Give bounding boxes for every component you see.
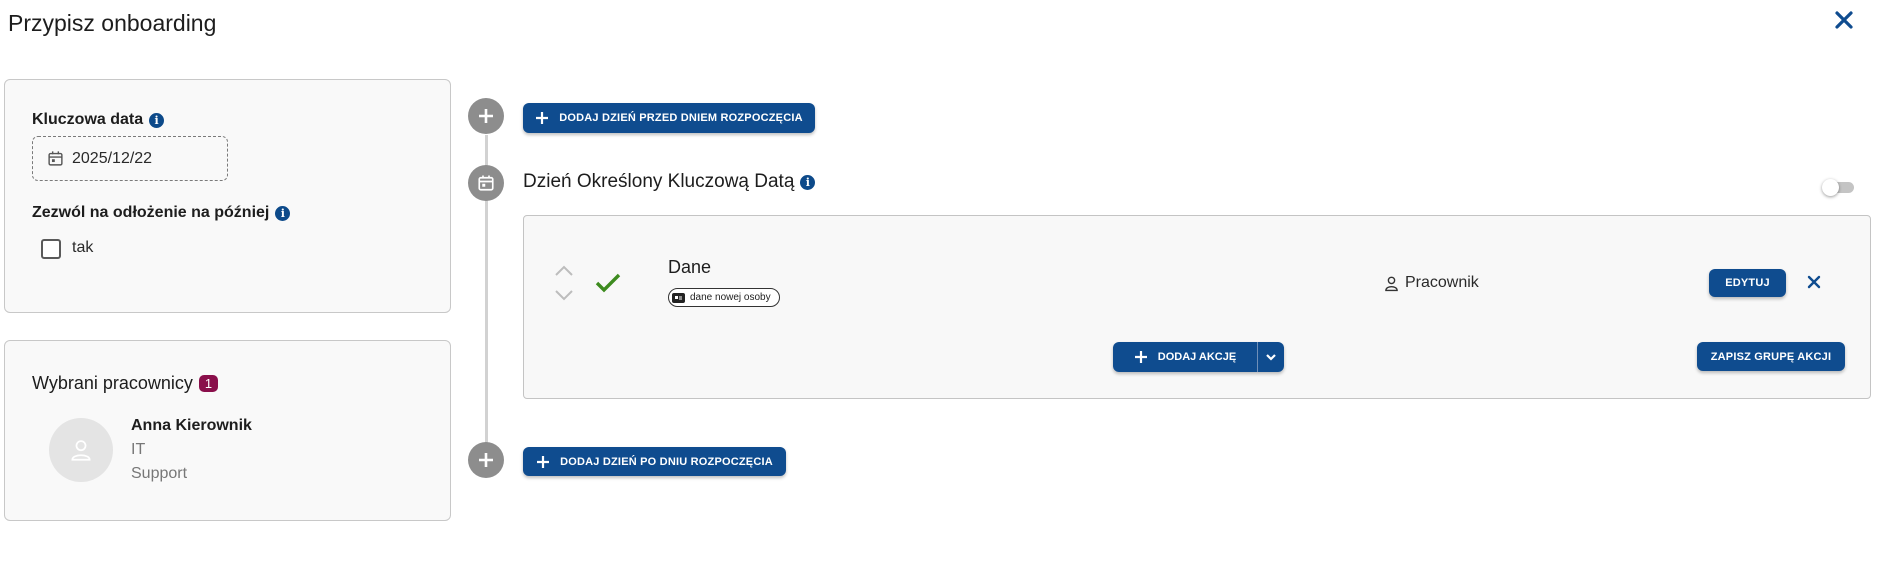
action-group-card: Dane dane nowej osoby Pracownik EDYTUJ D… <box>523 215 1871 399</box>
edit-button[interactable]: EDYTUJ <box>1709 269 1786 297</box>
add-day-after-button[interactable]: DODAJ DZIEŃ PO DNIU ROZPOCZĘCIA <box>523 447 786 476</box>
day-title-row: Dzień Określony Kluczową Datą i <box>523 171 816 193</box>
employee-department: IT <box>131 441 146 458</box>
selected-employees-panel: Wybrani pracownicy 1 Anna Kierownik IT S… <box>4 340 451 521</box>
employee-name: Anna Kierownik <box>131 417 252 434</box>
plus-icon <box>479 453 493 467</box>
postpone-label-row: Zezwól na odłożenie na później i <box>32 204 291 222</box>
action-owner-label: Pracownik <box>1405 274 1479 291</box>
add-day-before-button[interactable]: DODAJ DZIEŃ PRZED DNIEM ROZPOCZĘCIA <box>523 103 815 133</box>
settings-panel: Kluczowa data i 2025/12/22 Zezwól na odł… <box>4 79 451 313</box>
page-title: Przypisz onboarding <box>8 10 217 36</box>
check-icon <box>595 273 621 293</box>
plus-icon <box>536 112 549 124</box>
key-day-circle <box>468 165 504 201</box>
postpone-label: Zezwól na odłożenie na później <box>32 204 270 221</box>
calendar-icon <box>48 151 63 166</box>
avatar <box>49 418 113 482</box>
chevron-down-icon[interactable] <box>554 288 574 302</box>
add-action-label: DODAJ AKCJĘ <box>1157 351 1237 363</box>
person-icon <box>1385 276 1398 291</box>
key-date-input[interactable]: 2025/12/22 <box>32 136 228 181</box>
action-name: Dane <box>668 257 712 277</box>
info-icon[interactable]: i <box>149 112 165 128</box>
selected-employees-title: Wybrani pracownicy <box>32 373 193 393</box>
id-card-icon <box>672 292 685 303</box>
remove-action-icon[interactable] <box>1806 274 1822 290</box>
day-toggle[interactable] <box>1822 179 1854 196</box>
add-action-split-button: DODAJ AKCJĘ <box>1113 342 1284 372</box>
info-icon[interactable]: i <box>275 205 291 221</box>
chevron-up-icon[interactable] <box>554 264 574 278</box>
key-date-label-row: Kluczowa data i <box>32 111 165 129</box>
plus-icon <box>537 455 550 468</box>
action-tag-label: dane nowej osoby <box>690 292 771 303</box>
close-icon[interactable] <box>1832 8 1856 32</box>
postpone-checkbox[interactable] <box>41 239 61 259</box>
chevron-down-icon <box>1266 353 1276 361</box>
add-action-dropdown[interactable] <box>1257 342 1284 372</box>
employee-count-badge: 1 <box>198 375 219 392</box>
add-day-after-circle[interactable] <box>468 442 504 478</box>
employee-team: Support <box>131 465 188 482</box>
day-title: Dzień Określony Kluczową Datą <box>523 171 795 192</box>
add-day-before-label: DODAJ DZIEŃ PRZED DNIEM ROZPOCZĘCIA <box>559 112 803 124</box>
add-day-after-label: DODAJ DZIEŃ PO DNIU ROZPOCZĘCIA <box>560 455 773 468</box>
info-icon[interactable]: i <box>800 174 816 190</box>
person-icon <box>71 440 91 461</box>
save-action-group-button[interactable]: ZAPISZ GRUPĘ AKCJI <box>1697 342 1845 371</box>
plus-icon <box>479 109 493 123</box>
postpone-option-label: tak <box>72 239 94 256</box>
action-owner: Pracownik <box>1384 274 1479 292</box>
add-action-button[interactable]: DODAJ AKCJĘ <box>1113 342 1257 372</box>
key-date-label: Kluczowa data <box>32 111 144 128</box>
add-day-before-circle[interactable] <box>468 98 504 134</box>
toggle-knob <box>1822 179 1839 196</box>
selected-employees-title-row: Wybrani pracownicy 1 <box>32 373 219 394</box>
action-tag: dane nowej osoby <box>668 288 780 307</box>
key-date-value: 2025/12/22 <box>72 149 153 167</box>
plus-icon <box>1134 351 1147 363</box>
calendar-icon <box>478 175 494 191</box>
